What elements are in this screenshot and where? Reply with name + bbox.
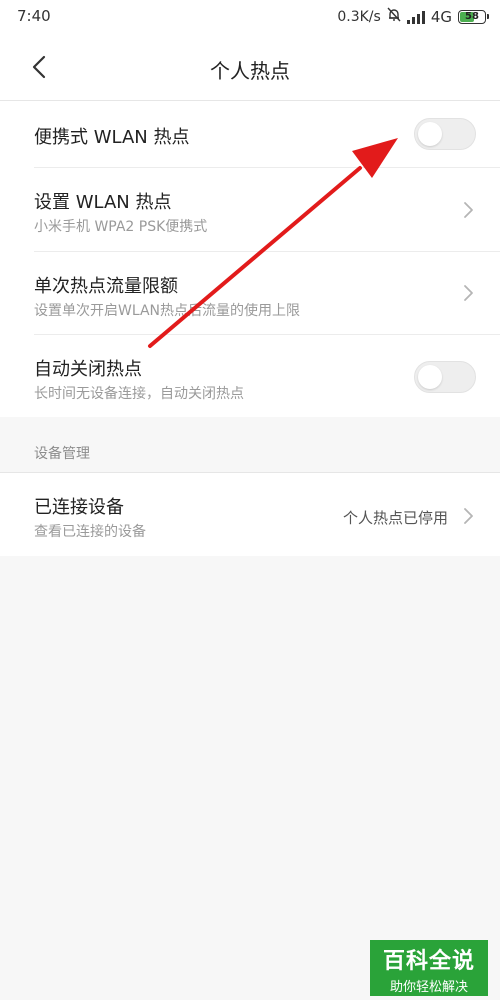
hotspot-settings-list: 便携式 WLAN 热点 设置 WLAN 热点 小米手机 WPA2 PSK便携式 … <box>0 101 500 417</box>
setting-title: 单次热点流量限额 <box>34 276 178 297</box>
setting-row-data-limit[interactable]: 单次热点流量限额 设置单次开启WLAN热点后流量的使用上限 <box>0 252 500 334</box>
network-type: 4G <box>430 7 452 26</box>
watermark-main-text: 百科全说 <box>382 949 475 974</box>
chevron-right-icon <box>462 200 476 220</box>
portable-hotspot-switch[interactable] <box>414 118 476 150</box>
setting-title: 已连接设备 <box>34 497 124 518</box>
setting-row-auto-off[interactable]: 自动关闭热点 长时间无设备连接，自动关闭热点 <box>0 335 500 417</box>
switch-knob <box>418 365 442 389</box>
bell-muted-icon <box>387 7 401 26</box>
setting-subtitle: 查看已连接的设备 <box>34 524 146 540</box>
battery-icon: 58 <box>458 9 489 24</box>
hotspot-status-value: 个人热点已停用 <box>342 509 448 527</box>
status-icons: 0.3K/s 4G 58 <box>337 7 489 26</box>
auto-off-switch[interactable] <box>414 361 476 393</box>
setting-title: 便携式 WLAN 热点 <box>34 127 190 148</box>
signal-icon <box>406 10 425 24</box>
watermark-sub-text: 助你轻松解决 <box>389 980 468 995</box>
setting-title: 自动关闭热点 <box>34 359 142 380</box>
battery-level: 58 <box>465 11 479 22</box>
setting-subtitle: 长时间无设备连接，自动关闭热点 <box>34 386 244 402</box>
app-bar: 个人热点 <box>0 36 500 100</box>
switch-knob <box>418 122 442 146</box>
connected-devices-row[interactable]: 已连接设备 查看已连接的设备 个人热点已停用 <box>0 472 500 556</box>
watermark-logo: 百科全说 助你轻松解决 <box>370 940 488 996</box>
page-title: 个人热点 <box>210 59 290 83</box>
section-header-device-management: 设备管理 <box>34 446 90 462</box>
chevron-right-icon <box>462 506 476 526</box>
setting-title: 设置 WLAN 热点 <box>34 192 172 213</box>
setting-subtitle: 小米手机 WPA2 PSK便携式 <box>34 219 208 235</box>
setting-subtitle: 设置单次开启WLAN热点后流量的使用上限 <box>34 303 301 319</box>
net-speed: 0.3K/s <box>337 8 381 25</box>
chevron-right-icon <box>462 283 476 303</box>
status-bar: 7:40 0.3K/s 4G 58 <box>0 0 500 36</box>
setting-row-portable-hotspot[interactable]: 便携式 WLAN 热点 <box>0 101 500 167</box>
setting-row-configure-hotspot[interactable]: 设置 WLAN 热点 小米手机 WPA2 PSK便携式 <box>0 168 500 251</box>
status-time: 7:40 <box>17 7 51 25</box>
